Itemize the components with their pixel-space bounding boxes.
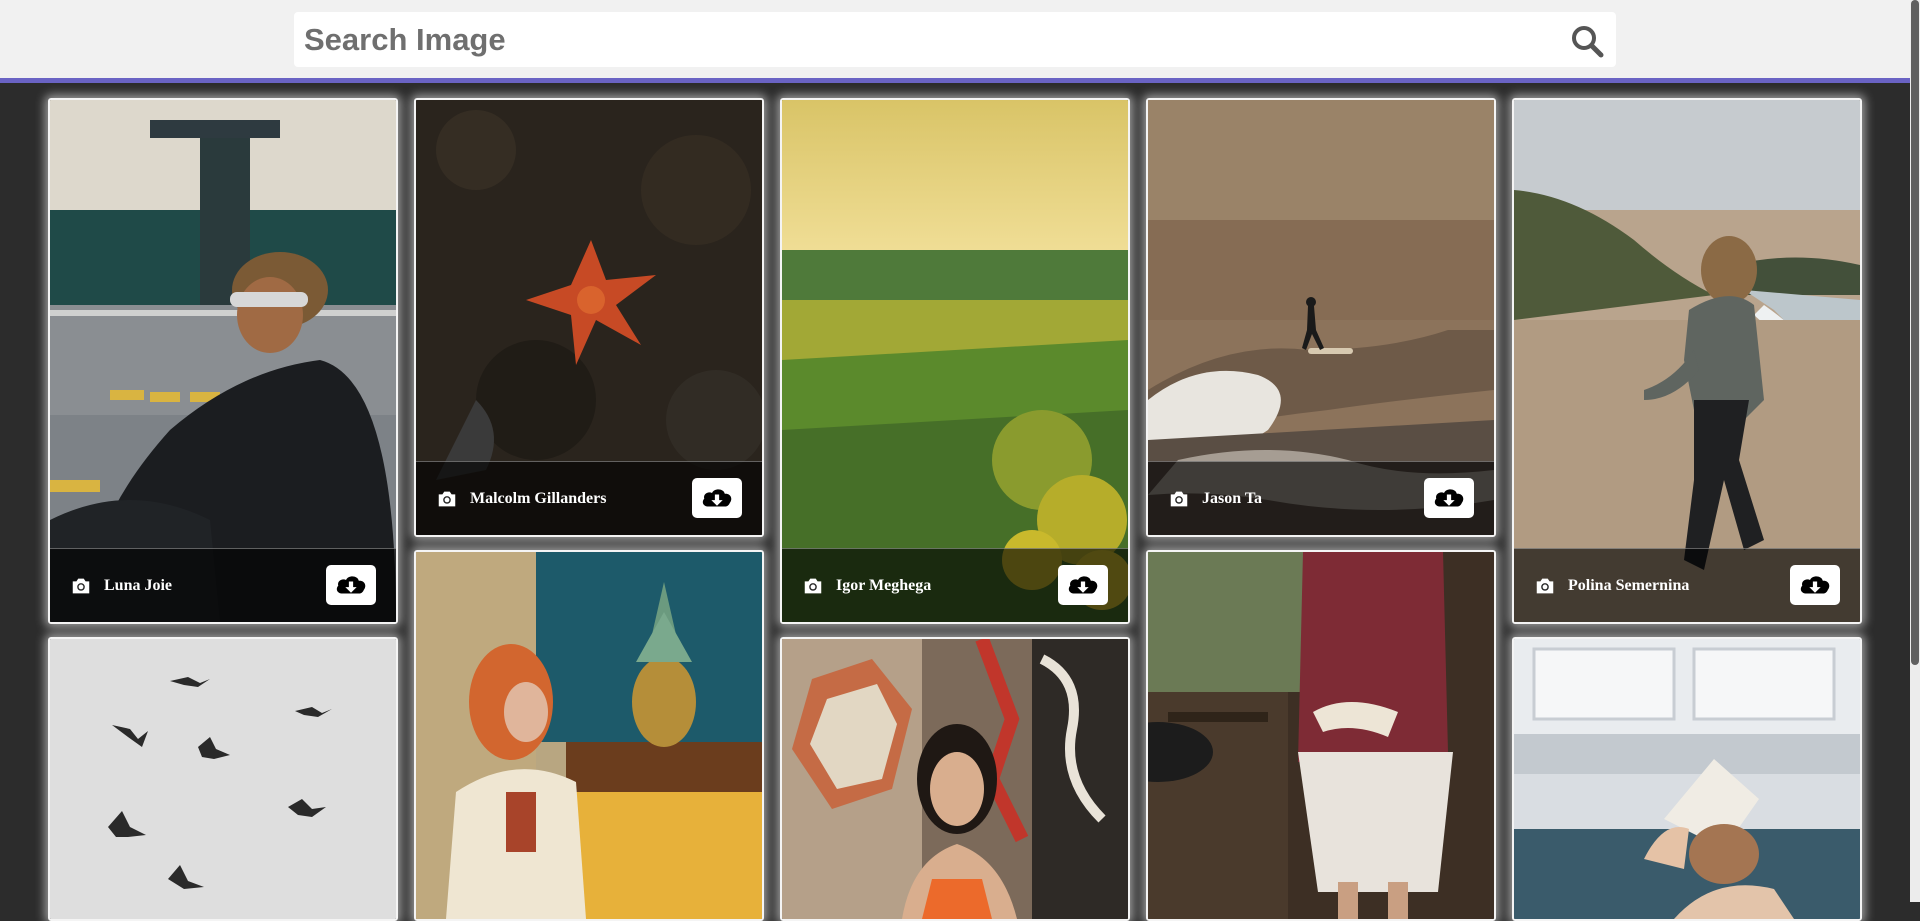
photo-woman-pineapple[interactable] bbox=[416, 552, 762, 919]
photographer-credit: Jason Ta bbox=[1168, 488, 1262, 510]
camera-icon bbox=[802, 575, 824, 597]
cloud-download-icon bbox=[1066, 572, 1100, 598]
download-button[interactable] bbox=[692, 478, 742, 518]
cloud-download-icon bbox=[334, 572, 368, 598]
image-card[interactable]: Polina Semernina bbox=[1512, 98, 1862, 624]
photo-woman-book[interactable] bbox=[1514, 639, 1860, 919]
cloud-download-icon bbox=[1798, 572, 1832, 598]
photographer-name: Jason Ta bbox=[1202, 490, 1263, 507]
scrollbar-thumb[interactable] bbox=[1911, 0, 1919, 665]
download-button[interactable] bbox=[1790, 565, 1840, 605]
photo-field-sunset[interactable] bbox=[782, 100, 1128, 622]
image-card[interactable]: Igor Meghega bbox=[780, 98, 1130, 624]
image-info-bar: Jason Ta bbox=[1148, 461, 1494, 535]
photographer-name: Luna Joie bbox=[104, 577, 173, 594]
image-card[interactable] bbox=[1146, 550, 1496, 921]
image-card[interactable] bbox=[1512, 637, 1862, 921]
image-info-bar: Polina Semernina bbox=[1514, 548, 1860, 622]
photographer-credit: Luna Joie bbox=[70, 575, 172, 597]
image-card[interactable] bbox=[780, 637, 1130, 921]
photographer-name: Malcolm Gillanders bbox=[470, 490, 607, 507]
image-info-bar: Malcolm Gillanders bbox=[416, 461, 762, 535]
image-card[interactable] bbox=[414, 550, 764, 921]
photographer-name: Polina Semernina bbox=[1568, 577, 1690, 594]
image-info-bar: Igor Meghega bbox=[782, 548, 1128, 622]
camera-icon bbox=[1168, 488, 1190, 510]
search-button[interactable] bbox=[1570, 24, 1604, 58]
camera-icon bbox=[436, 488, 458, 510]
photographer-credit: Malcolm Gillanders bbox=[436, 488, 606, 510]
photo-woman-reading[interactable] bbox=[1148, 552, 1494, 919]
photo-birds[interactable] bbox=[50, 639, 396, 919]
search-icon bbox=[1572, 26, 1604, 58]
page-scrollbar[interactable] bbox=[1910, 0, 1920, 902]
top-bar bbox=[0, 0, 1910, 83]
image-card[interactable]: Malcolm Gillanders bbox=[414, 98, 764, 537]
camera-icon bbox=[1534, 575, 1556, 597]
cloud-download-icon bbox=[700, 485, 734, 511]
download-button[interactable] bbox=[1058, 565, 1108, 605]
photographer-name: Igor Meghega bbox=[836, 577, 932, 594]
image-card[interactable]: Jason Ta bbox=[1146, 98, 1496, 537]
image-card[interactable]: Luna Joie bbox=[48, 98, 398, 624]
camera-icon bbox=[70, 575, 92, 597]
photo-woman-beach[interactable] bbox=[1514, 100, 1860, 622]
photographer-credit: Igor Meghega bbox=[802, 575, 931, 597]
image-card[interactable] bbox=[48, 637, 398, 921]
cloud-download-icon bbox=[1432, 485, 1466, 511]
photographer-credit: Polina Semernina bbox=[1534, 575, 1689, 597]
search-bar bbox=[294, 12, 1616, 67]
photo-woman-graffiti[interactable] bbox=[782, 639, 1128, 919]
download-button[interactable] bbox=[1424, 478, 1474, 518]
download-button[interactable] bbox=[326, 565, 376, 605]
search-input[interactable] bbox=[294, 14, 1554, 65]
photo-person-street[interactable] bbox=[50, 100, 396, 622]
image-info-bar: Luna Joie bbox=[50, 548, 396, 622]
